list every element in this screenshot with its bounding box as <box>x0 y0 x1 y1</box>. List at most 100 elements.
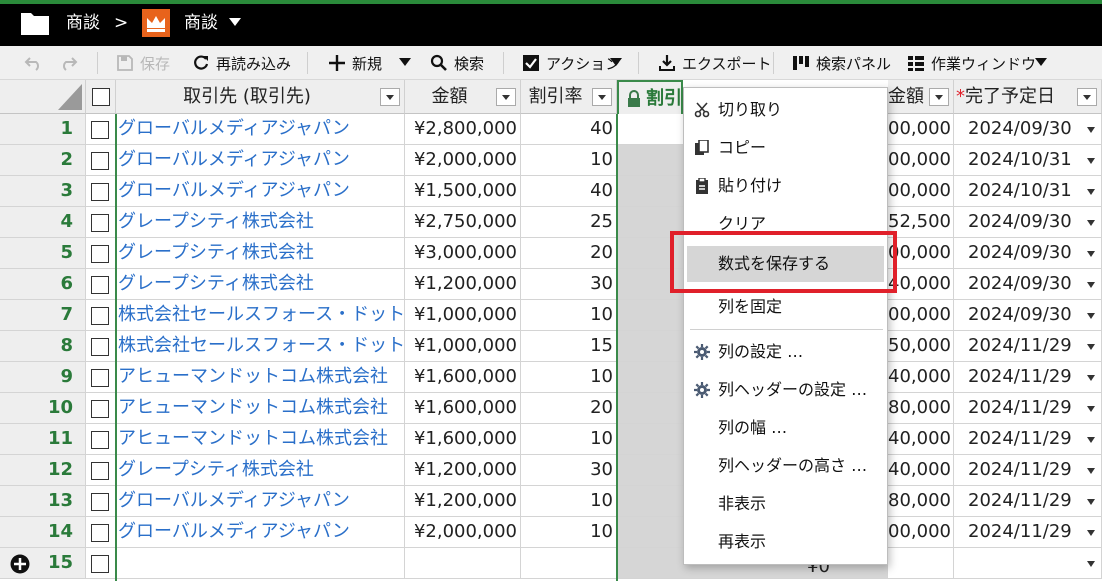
action-dropdown-icon[interactable] <box>610 57 622 67</box>
menu-item-unhide[interactable]: 再表示 <box>684 524 889 560</box>
table-row[interactable]: 10 アヒューマンドットコム株式会社 ¥1,600,000 20 80,000 2024/… <box>0 393 1102 424</box>
row-number[interactable]: 11 <box>0 424 86 455</box>
cell-amount2[interactable]: 40,000 <box>888 269 954 300</box>
row-number[interactable]: 15 <box>0 548 86 579</box>
cell-amount2[interactable] <box>888 548 954 579</box>
row-number[interactable]: 3 <box>0 176 86 207</box>
row-checkbox[interactable] <box>91 369 109 387</box>
row-checkbox[interactable] <box>91 152 109 170</box>
cell-discount-rate[interactable]: 15 <box>521 331 617 362</box>
column-menu-button[interactable] <box>496 88 516 106</box>
table-row[interactable]: 13 グローバルメディアジャパン ¥1,200,000 10 80,000 2024/11… <box>0 486 1102 517</box>
date-dropdown-icon[interactable] <box>1087 282 1095 288</box>
row-checkbox[interactable] <box>91 338 109 356</box>
cell-discount-rate[interactable]: 30 <box>521 269 617 300</box>
cell-account[interactable]: 株式会社セールスフォース・ドットコム <box>116 300 405 331</box>
cell-due-date[interactable]: 2024/09/30 <box>954 207 1102 238</box>
cell-amount2[interactable]: 00,000 <box>888 145 954 176</box>
cell-discount-rate[interactable]: 10 <box>521 300 617 331</box>
cell-discount-rate[interactable] <box>521 548 617 579</box>
cell-discount-rate[interactable]: 10 <box>521 424 617 455</box>
row-checkbox[interactable] <box>91 524 109 542</box>
row-checkbox[interactable] <box>91 121 109 139</box>
date-dropdown-icon[interactable] <box>1087 375 1095 381</box>
table-row[interactable]: 5 グレープシティ株式会社 ¥3,000,000 20 00,000 2024/09/30 <box>0 238 1102 269</box>
add-row-icon[interactable] <box>10 554 30 574</box>
date-dropdown-icon[interactable] <box>1087 499 1095 505</box>
cell-discount-rate[interactable]: 10 <box>521 362 617 393</box>
cell-due-date[interactable]: 2024/11/29 <box>954 517 1102 548</box>
column-header-amount2[interactable]: 金額 <box>888 80 954 114</box>
cell-amount[interactable]: ¥1,600,000 <box>405 362 521 393</box>
cell-discount-rate[interactable]: 10 <box>521 145 617 176</box>
cell-amount[interactable] <box>405 548 521 579</box>
cell-amount2[interactable]: 00,000 <box>888 300 954 331</box>
cell-amount2[interactable]: 80,000 <box>888 486 954 517</box>
table-row[interactable]: 1 グローバルメディアジャパン ¥2,800,000 40 00,000 2024/09/… <box>0 114 1102 145</box>
cell-due-date[interactable]: 2024/10/31 <box>954 176 1102 207</box>
cell-discount-rate[interactable]: 10 <box>521 517 617 548</box>
row-number[interactable]: 9 <box>0 362 86 393</box>
menu-item-paste[interactable]: 貼り付け <box>684 168 889 204</box>
cell-amount[interactable]: ¥1,000,000 <box>405 300 521 331</box>
cell-discount-rate[interactable]: 40 <box>521 176 617 207</box>
column-header-account[interactable]: 取引先 (取引先) <box>116 80 405 114</box>
row-number[interactable]: 2 <box>0 145 86 176</box>
table-row[interactable]: 12 グレープシティ株式会社 ¥1,200,000 30 40,000 2024/11/2… <box>0 455 1102 486</box>
cell-due-date[interactable]: 2024/11/29 <box>954 331 1102 362</box>
reload-button[interactable]: 再読み込み <box>192 50 291 76</box>
cell-amount2[interactable]: 00,000 <box>888 176 954 207</box>
action-button[interactable]: アクション <box>522 50 620 76</box>
save-button[interactable]: 保存 <box>116 50 170 76</box>
new-dropdown-icon[interactable] <box>399 57 411 67</box>
table-row[interactable]: 6 グレープシティ株式会社 ¥1,200,000 30 40,000 2024/09/30 <box>0 269 1102 300</box>
cell-amount[interactable]: ¥1,200,000 <box>405 486 521 517</box>
row-number[interactable]: 10 <box>0 393 86 424</box>
cell-amount[interactable]: ¥2,000,000 <box>405 517 521 548</box>
cell-amount[interactable]: ¥1,600,000 <box>405 424 521 455</box>
date-dropdown-icon[interactable] <box>1087 313 1095 319</box>
date-dropdown-icon[interactable] <box>1087 561 1095 567</box>
cell-amount[interactable]: ¥2,750,000 <box>405 207 521 238</box>
cell-account[interactable]: グレープシティ株式会社 <box>116 207 405 238</box>
cell-due-date[interactable] <box>954 548 1102 579</box>
date-dropdown-icon[interactable] <box>1087 437 1095 443</box>
table-row[interactable]: 4 グレープシティ株式会社 ¥2,750,000 25 52,500 2024/09/30 <box>0 207 1102 238</box>
row-checkbox[interactable] <box>91 493 109 511</box>
cell-due-date[interactable]: 2024/11/29 <box>954 486 1102 517</box>
cell-amount[interactable]: ¥1,200,000 <box>405 455 521 486</box>
grid-corner[interactable] <box>0 80 86 114</box>
menu-item-column-width[interactable]: 列の幅 … <box>684 410 889 446</box>
cell-due-date[interactable]: 2024/11/29 <box>954 393 1102 424</box>
breadcrumb-root[interactable]: 商談 <box>66 12 100 34</box>
cell-due-date[interactable]: 2024/11/29 <box>954 424 1102 455</box>
row-number[interactable]: 1 <box>0 114 86 145</box>
cell-due-date[interactable]: 2024/09/30 <box>954 300 1102 331</box>
row-number[interactable]: 5 <box>0 238 86 269</box>
search-panel-button[interactable]: 検索パネル <box>792 50 891 76</box>
cell-account[interactable]: グローバルメディアジャパン <box>116 517 405 548</box>
cell-due-date[interactable]: 2024/09/30 <box>954 269 1102 300</box>
cell-due-date[interactable]: 2024/09/30 <box>954 238 1102 269</box>
menu-item-copy[interactable]: コピー <box>684 130 889 166</box>
cell-account[interactable]: アヒューマンドットコム株式会社 <box>116 424 405 455</box>
new-row[interactable]: 15 ¥0 <box>0 548 1102 579</box>
new-button[interactable]: 新規 <box>328 50 382 76</box>
cell-account[interactable]: グレープシティ株式会社 <box>116 455 405 486</box>
cell-due-date[interactable]: 2024/09/30 <box>954 114 1102 145</box>
cell-amount2[interactable]: 50,000 <box>888 331 954 362</box>
row-checkbox[interactable] <box>91 307 109 325</box>
column-menu-button[interactable] <box>929 88 949 106</box>
date-dropdown-icon[interactable] <box>1087 189 1095 195</box>
row-number[interactable]: 14 <box>0 517 86 548</box>
table-row[interactable]: 7 株式会社セールスフォース・ドットコム¥1,000,00010 00,000 202… <box>0 300 1102 331</box>
undo-button[interactable] <box>24 50 50 76</box>
chevron-down-icon[interactable] <box>228 15 242 29</box>
cell-account[interactable]: グローバルメディアジャパン <box>116 486 405 517</box>
cell-discount-rate[interactable]: 40 <box>521 114 617 145</box>
date-dropdown-icon[interactable] <box>1087 251 1095 257</box>
cell-account[interactable]: アヒューマンドットコム株式会社 <box>116 393 405 424</box>
search-button[interactable]: 検索 <box>430 50 484 76</box>
export-button[interactable]: エクスポート <box>658 50 772 76</box>
cell-amount[interactable]: ¥2,000,000 <box>405 145 521 176</box>
